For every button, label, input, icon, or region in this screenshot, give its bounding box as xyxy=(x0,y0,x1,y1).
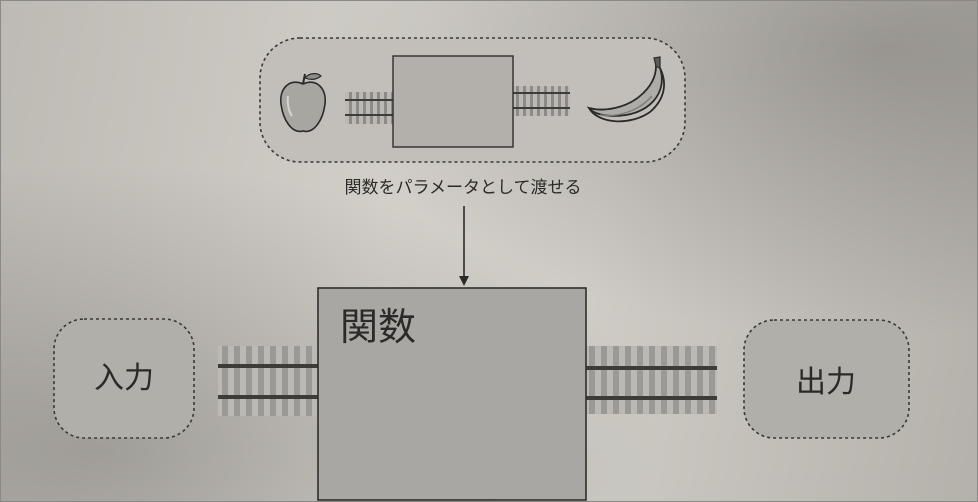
top-function-box xyxy=(392,55,514,148)
right-track xyxy=(585,346,717,414)
diagram-caption: 関数をパラメータとして渡せる xyxy=(345,178,582,198)
input-label: 入力 xyxy=(94,361,154,396)
top-left-track xyxy=(345,92,395,124)
top-right-track xyxy=(513,86,570,116)
output-label: 出力 xyxy=(796,365,856,400)
left-track xyxy=(218,346,318,416)
function-label: 関数 xyxy=(340,305,416,349)
function-diagram: 関数をパラメータとして渡せる 入力 出力 関数 xyxy=(53,37,910,501)
down-arrow xyxy=(459,206,469,286)
